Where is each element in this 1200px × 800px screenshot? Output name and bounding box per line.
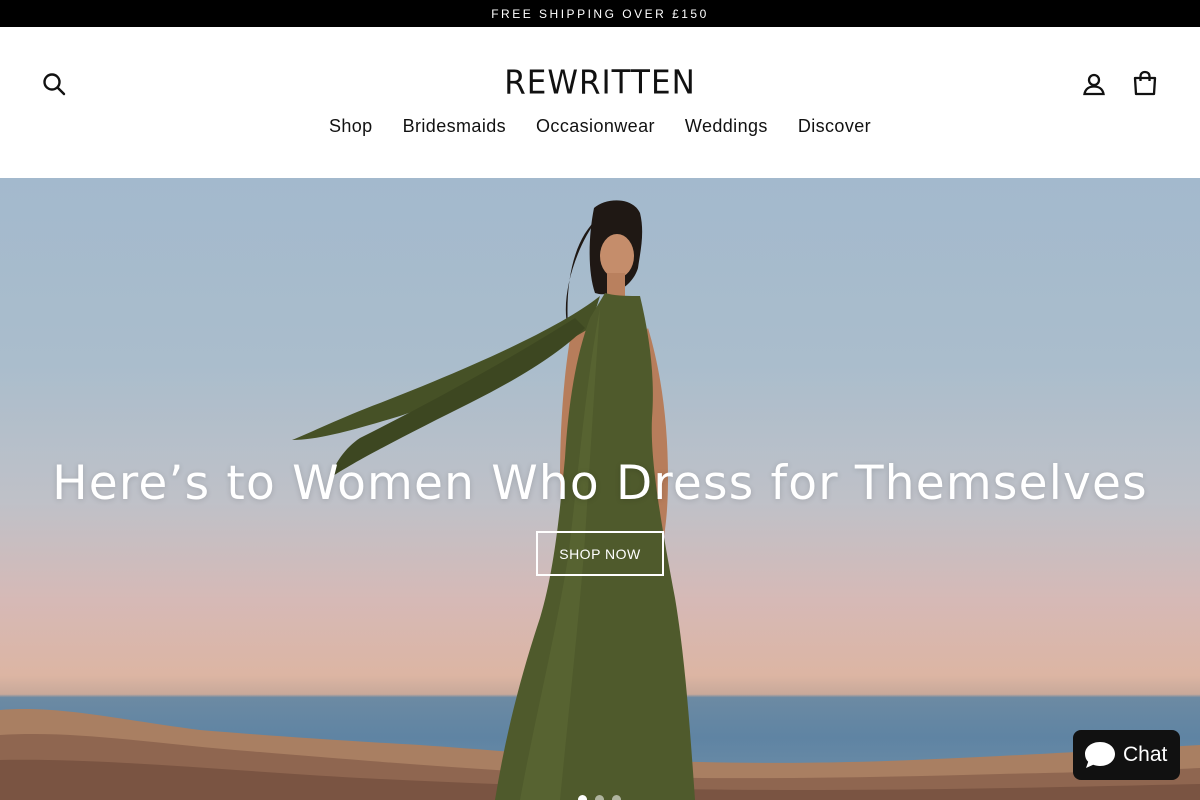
user-icon[interactable] — [1078, 68, 1110, 100]
slider-dot-2[interactable] — [595, 795, 604, 800]
announcement-bar: FREE SHIPPING OVER £150 — [0, 0, 1200, 27]
hero-banner: Here’s to Women Who Dress for Themselves… — [0, 178, 1200, 800]
chat-button[interactable]: Chat — [1073, 730, 1180, 780]
hero-title: Here’s to Women Who Dress for Themselves — [52, 456, 1148, 511]
nav-item-discover[interactable]: Discover — [798, 116, 871, 137]
slider-dot-1[interactable] — [578, 795, 587, 800]
site-logo[interactable]: REWRITTEN — [0, 64, 1200, 102]
bag-icon[interactable] — [1129, 67, 1161, 99]
nav-item-weddings[interactable]: Weddings — [685, 116, 768, 137]
logo-text: REWRITTEN — [504, 64, 696, 102]
site-header: REWRITTEN Shop Bridesmaids Occasionwear … — [0, 27, 1200, 178]
chat-label: Chat — [1123, 743, 1168, 766]
main-nav: Shop Bridesmaids Occasionwear Weddings D… — [0, 116, 1200, 137]
slider-dots — [578, 791, 621, 800]
nav-item-shop[interactable]: Shop — [329, 116, 373, 137]
shop-now-button[interactable]: SHOP NOW — [536, 531, 664, 576]
chat-bubble-icon — [1085, 742, 1115, 768]
slider-dot-3[interactable] — [612, 795, 621, 800]
announcement-text: FREE SHIPPING OVER £150 — [491, 6, 709, 21]
nav-item-occasionwear[interactable]: Occasionwear — [536, 116, 655, 137]
nav-item-bridesmaids[interactable]: Bridesmaids — [403, 116, 506, 137]
